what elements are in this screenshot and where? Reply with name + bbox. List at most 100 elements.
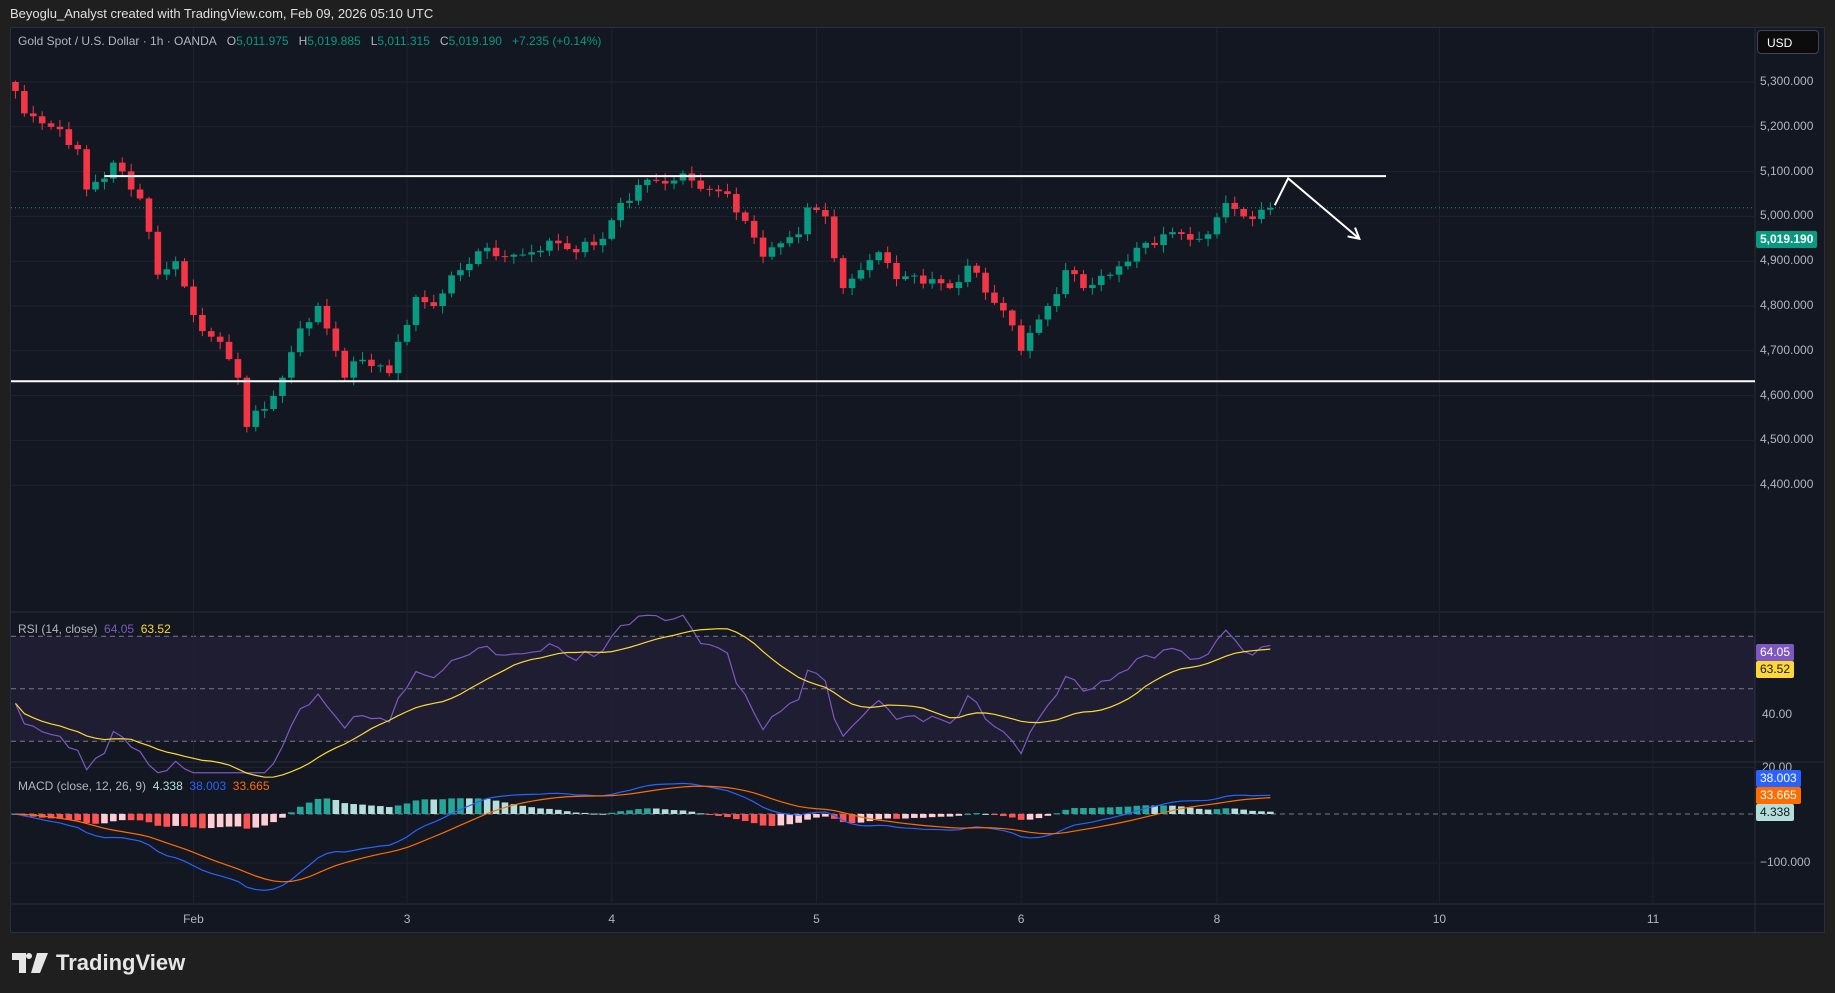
macd-histogram-bar — [199, 814, 206, 829]
macd-histogram-bar — [1267, 811, 1274, 814]
candle-body — [546, 240, 553, 251]
signal-tag: 33.665 — [1756, 787, 1801, 804]
macd-histogram-bar — [1249, 810, 1256, 814]
macd-histogram-bar — [341, 803, 349, 814]
candle-body — [74, 144, 82, 150]
high-value: 5,019.885 — [307, 34, 361, 48]
macd-histogram-bar — [1142, 805, 1150, 814]
macd-signal-value: 33.665 — [232, 779, 270, 793]
candle-body — [1267, 207, 1274, 210]
macd-histogram-bar — [1222, 808, 1230, 814]
candle-body — [439, 293, 446, 306]
candle-body — [973, 265, 980, 273]
candle-body — [528, 252, 535, 255]
candle-body — [1017, 325, 1025, 351]
macd-histogram-bar — [1097, 807, 1105, 814]
macd-legend[interactable]: MACD (close, 12, 26, 9) 4.338 38.003 33.… — [18, 779, 270, 793]
rsi-ma-value: 63.52 — [140, 622, 171, 636]
candle-body — [127, 171, 135, 190]
candle-body — [795, 234, 802, 238]
candle-body — [902, 276, 909, 280]
projection-arrow — [1273, 176, 1360, 240]
macd-histogram-bar — [492, 800, 500, 814]
macd-histogram-bar — [750, 814, 758, 824]
candle-body — [474, 251, 482, 264]
macd-histogram-bar — [661, 809, 669, 814]
candle-body — [1204, 234, 1212, 239]
currency-button[interactable]: USD — [1757, 30, 1819, 54]
price-tick-label: 4,800.000 — [1760, 298, 1814, 312]
macd-histogram-bar — [866, 814, 874, 822]
candle-body — [537, 250, 544, 253]
candle-body — [661, 180, 669, 184]
candle-body — [937, 279, 945, 284]
macd-histogram-bar — [1195, 808, 1203, 814]
macd-histogram-bar — [590, 813, 598, 815]
macd-histogram-bar — [1115, 806, 1123, 814]
macd-histogram-bar — [777, 814, 785, 826]
candle-body — [1160, 234, 1167, 246]
macd-histogram-bar — [1026, 814, 1034, 820]
candle-body — [581, 241, 589, 253]
candle-body — [1178, 232, 1185, 235]
macd-histogram-bar — [813, 814, 820, 818]
candle-body — [83, 149, 90, 190]
open-value: 5,011.975 — [236, 34, 289, 48]
chart-canvas[interactable] — [0, 0, 1835, 993]
rsi-value: 64.05 — [104, 622, 135, 636]
candle-body — [421, 297, 429, 303]
candle-body — [652, 179, 660, 181]
candle-body — [394, 341, 402, 374]
candle-body — [448, 275, 455, 294]
price-tick-label: 4,700.000 — [1760, 342, 1814, 357]
candle-body — [243, 377, 251, 427]
candle-body — [1240, 208, 1247, 217]
macd-histogram-bar — [1213, 809, 1221, 814]
price-tick-label: 5,000.000 — [1760, 208, 1814, 223]
candle-body — [65, 129, 73, 145]
macd-histogram-bar — [1017, 814, 1025, 820]
last-price-tag: 5,019.190 — [1756, 231, 1818, 248]
macd-histogram-bar — [733, 814, 740, 820]
macd-histogram-bar — [991, 814, 998, 816]
macd-histogram-bar — [1035, 814, 1043, 819]
candle-body — [270, 396, 277, 410]
candle-body — [1089, 285, 1096, 289]
symbol-title[interactable]: Gold Spot / U.S. Dollar · 1h · OANDA — [18, 34, 217, 48]
macd-histogram-bar — [145, 814, 153, 823]
candle-body — [92, 181, 99, 190]
candle-body — [216, 336, 224, 342]
macd-histogram-bar — [759, 814, 767, 826]
macd-histogram-bar — [982, 813, 989, 815]
candle-body — [1106, 274, 1114, 276]
candle-body — [457, 270, 464, 276]
candle-body — [368, 359, 375, 367]
macd-histogram-bar — [216, 814, 224, 828]
candle-body — [350, 361, 357, 378]
symbol-legend: Gold Spot / U.S. Dollar · 1h · OANDA O5,… — [18, 34, 601, 48]
macd-line — [15, 782, 1271, 892]
candle-body — [866, 260, 874, 271]
candle-body — [501, 256, 509, 258]
macd-histogram-bar — [546, 808, 553, 814]
macd-histogram-bar — [1178, 806, 1185, 814]
candle-body — [21, 90, 28, 114]
rsi-legend[interactable]: RSI (14, close) 64.05 63.52 — [18, 622, 171, 636]
macd-histogram-bar — [857, 814, 865, 823]
macd-histogram-bar — [1071, 808, 1078, 814]
candle-body — [1133, 247, 1141, 262]
macd-histogram-bar — [163, 814, 171, 827]
candle-body — [29, 113, 37, 117]
macd-histogram-bar — [822, 814, 829, 817]
candle-body — [955, 282, 963, 289]
macd-histogram-bar — [741, 814, 749, 821]
tradingview-logo[interactable]: TradingView — [12, 950, 185, 976]
candle-body — [510, 254, 518, 257]
macd-histogram-bar — [919, 814, 927, 818]
macd-histogram-bar — [403, 803, 411, 814]
macd-histogram-bar — [1062, 809, 1069, 814]
macd-histogram-bar — [715, 814, 722, 816]
candle-body — [136, 189, 144, 199]
candle-body — [608, 220, 616, 239]
macd-hist-value: 4.338 — [152, 779, 183, 793]
